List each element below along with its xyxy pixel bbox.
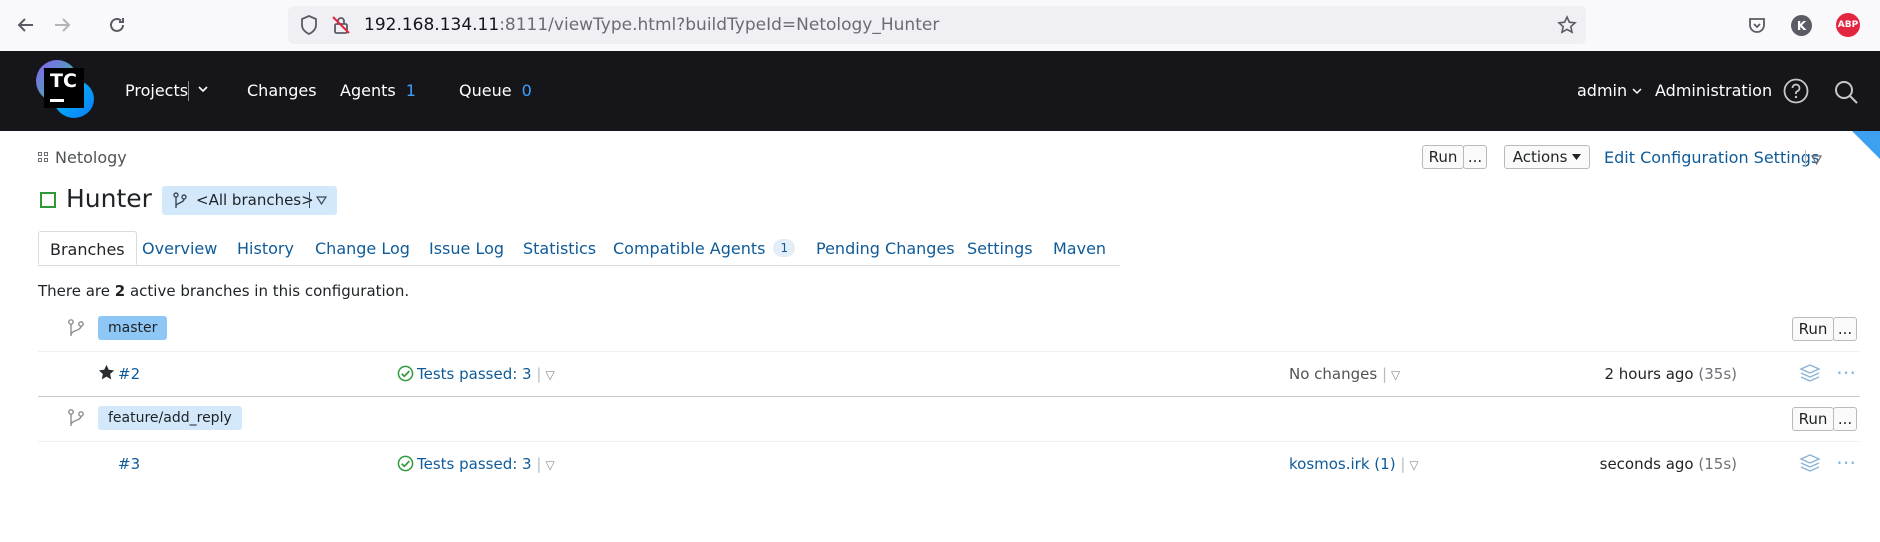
build-status[interactable]: Tests passed: 3 | ▽	[397, 365, 555, 383]
pocket-icon[interactable]	[1744, 12, 1770, 38]
tab-maven[interactable]: Maven	[1053, 231, 1106, 265]
tab-history[interactable]: History	[237, 231, 294, 265]
tab-compatible-agents[interactable]: Compatible Agents 1	[613, 231, 796, 265]
more-options-icon[interactable]: ⋯	[1836, 450, 1857, 474]
tab-change-log[interactable]: Change Log	[315, 231, 410, 265]
url-text: 192.168.134.11:8111/viewType.html?buildT…	[364, 15, 940, 35]
nav-agents[interactable]: Agents 1	[340, 81, 416, 100]
browser-toolbar: 192.168.134.11:8111/viewType.html?buildT…	[0, 0, 1880, 51]
branch-name-badge[interactable]: feature/add_reply	[98, 406, 242, 430]
branch-icon	[173, 192, 187, 208]
user-menu[interactable]: admin	[1577, 81, 1642, 100]
build-time: 2 hours ago (35s)	[1604, 365, 1737, 383]
corner-indicator	[1852, 131, 1880, 159]
success-check-icon	[397, 365, 414, 382]
page-title: Hunter	[66, 184, 152, 213]
changes-dropdown-icon[interactable]: ▽	[1391, 368, 1400, 382]
build-time: seconds ago (15s)	[1599, 455, 1737, 473]
row-divider	[38, 351, 1860, 352]
status-dropdown-icon[interactable]: ▽	[545, 368, 554, 382]
nav-separator	[188, 81, 189, 101]
row-divider	[38, 396, 1860, 397]
address-bar[interactable]: 192.168.134.11:8111/viewType.html?buildT…	[288, 6, 1586, 44]
help-icon[interactable]	[1783, 78, 1809, 108]
success-check-icon	[397, 455, 414, 472]
user-account-icon[interactable]: K	[1791, 15, 1812, 36]
build-status[interactable]: Tests passed: 3 | ▽	[397, 455, 555, 473]
build-status-square-icon	[40, 192, 56, 208]
branch-selector[interactable]: <All branches>	[162, 186, 337, 215]
reload-icon[interactable]	[104, 12, 130, 38]
tab-bar: Branches Overview History Change Log Iss…	[38, 231, 1120, 266]
app-header: TC Projects Changes Agents 1 Queue 0 admin…	[0, 51, 1880, 131]
run-options-button[interactable]: ...	[1463, 145, 1487, 169]
actions-button[interactable]: Actions	[1504, 145, 1590, 169]
tab-overview[interactable]: Overview	[142, 231, 217, 265]
tab-branches[interactable]: Branches	[38, 231, 137, 265]
build-changes[interactable]: kosmos.irk (1) | ▽	[1289, 455, 1419, 473]
branch-icon	[68, 319, 84, 336]
artifacts-layers-icon[interactable]	[1799, 363, 1821, 387]
forward-arrow-icon[interactable]	[49, 12, 75, 38]
agents-count-badge: 1	[773, 239, 796, 257]
more-options-icon[interactable]: ⋯	[1836, 360, 1857, 384]
build-number-link[interactable]: #3	[118, 455, 140, 473]
search-icon[interactable]	[1833, 79, 1859, 109]
edit-configuration-link[interactable]: Edit Configuration Settings	[1604, 148, 1819, 167]
row-divider	[38, 441, 1860, 442]
branch-run-options-button[interactable]: ...	[1833, 317, 1857, 341]
changes-dropdown-icon[interactable]: ▽	[1409, 458, 1418, 472]
branch-name-badge[interactable]: master	[98, 316, 168, 340]
build-number-link[interactable]: #2	[118, 365, 140, 383]
branch-run-button[interactable]: Run	[1792, 317, 1834, 341]
chevron-down-icon	[1632, 88, 1642, 95]
nav-changes[interactable]: Changes	[247, 81, 317, 100]
tab-pending-changes[interactable]: Pending Changes	[816, 231, 955, 265]
edit-dropdown-icon[interactable]	[1810, 150, 1823, 169]
pin-star-icon[interactable]	[98, 364, 115, 385]
tab-statistics[interactable]: Statistics	[523, 231, 596, 265]
shield-icon[interactable]	[296, 12, 322, 38]
branch-run-button[interactable]: Run	[1792, 407, 1834, 431]
breadcrumb-project[interactable]: Netology	[55, 148, 127, 167]
status-dropdown-icon[interactable]: ▽	[545, 458, 554, 472]
nav-queue[interactable]: Queue 0	[459, 81, 532, 100]
adblock-icon[interactable]: ABP	[1836, 13, 1860, 37]
tab-settings[interactable]: Settings	[967, 231, 1033, 265]
toolbar-separator	[1805, 150, 1806, 166]
back-arrow-icon[interactable]	[13, 12, 39, 38]
nav-projects[interactable]: Projects	[125, 81, 188, 100]
build-changes[interactable]: No changes | ▽	[1289, 365, 1400, 383]
project-grid-icon	[38, 152, 50, 164]
caret-down-icon	[1572, 154, 1582, 160]
no-lock-icon[interactable]	[328, 12, 354, 38]
teamcity-logo[interactable]: TC	[36, 60, 96, 120]
run-button[interactable]: Run	[1422, 145, 1464, 169]
chevron-down-icon[interactable]	[197, 80, 209, 99]
chevron-down-icon	[316, 196, 327, 205]
star-bookmark-icon[interactable]	[1554, 12, 1580, 38]
nav-administration[interactable]: Administration	[1655, 81, 1772, 100]
branch-icon	[68, 409, 84, 426]
artifacts-layers-icon[interactable]	[1799, 453, 1821, 477]
tab-issue-log[interactable]: Issue Log	[429, 231, 504, 265]
branches-summary: There are 2 active branches in this conf…	[38, 282, 410, 300]
branch-run-options-button[interactable]: ...	[1833, 407, 1857, 431]
